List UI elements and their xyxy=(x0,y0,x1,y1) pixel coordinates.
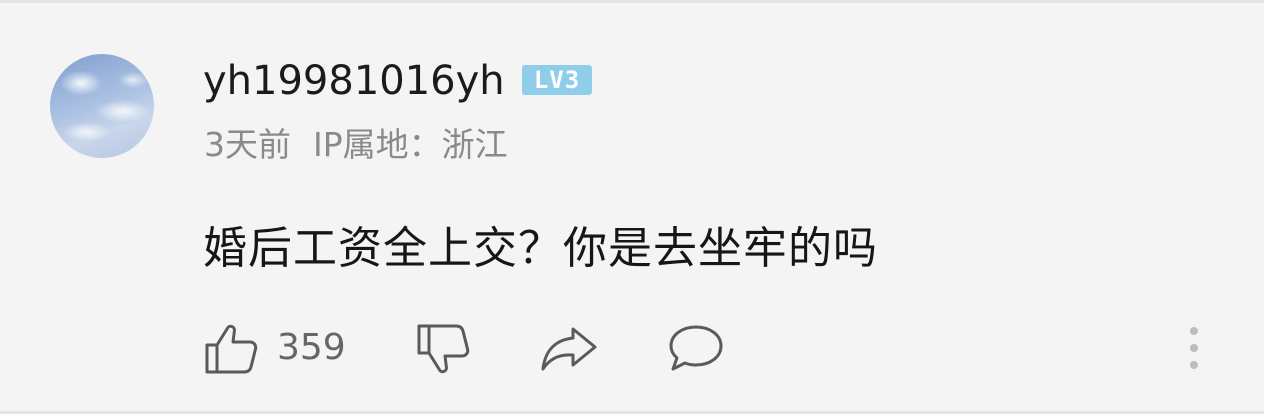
more-options-button[interactable] xyxy=(1181,325,1207,371)
time-ago: 3天前 xyxy=(204,125,291,164)
thumbs-down-icon xyxy=(416,323,470,377)
reply-button[interactable] xyxy=(667,323,725,373)
ip-location: IP属地：浙江 xyxy=(313,125,508,164)
thumbs-up-icon xyxy=(204,321,258,375)
avatar[interactable] xyxy=(50,54,154,158)
dislike-button[interactable] xyxy=(416,323,470,377)
comment-card: yh19981016yh LV3 3天前 IP属地：浙江 婚后工资全上交？你是去坐… xyxy=(0,0,1264,414)
like-button[interactable]: 359 xyxy=(204,321,346,375)
level-badge: LV3 xyxy=(522,65,592,95)
share-button[interactable] xyxy=(540,325,598,373)
comment-meta: 3天前 IP属地：浙江 xyxy=(204,123,508,167)
comment-text: 婚后工资全上交？你是去坐牢的吗 xyxy=(203,223,878,274)
more-vertical-icon xyxy=(1187,325,1201,371)
speech-bubble-icon xyxy=(667,323,725,373)
like-count: 359 xyxy=(277,327,346,368)
share-arrow-icon xyxy=(540,325,598,373)
username[interactable]: yh19981016yh xyxy=(203,57,505,105)
